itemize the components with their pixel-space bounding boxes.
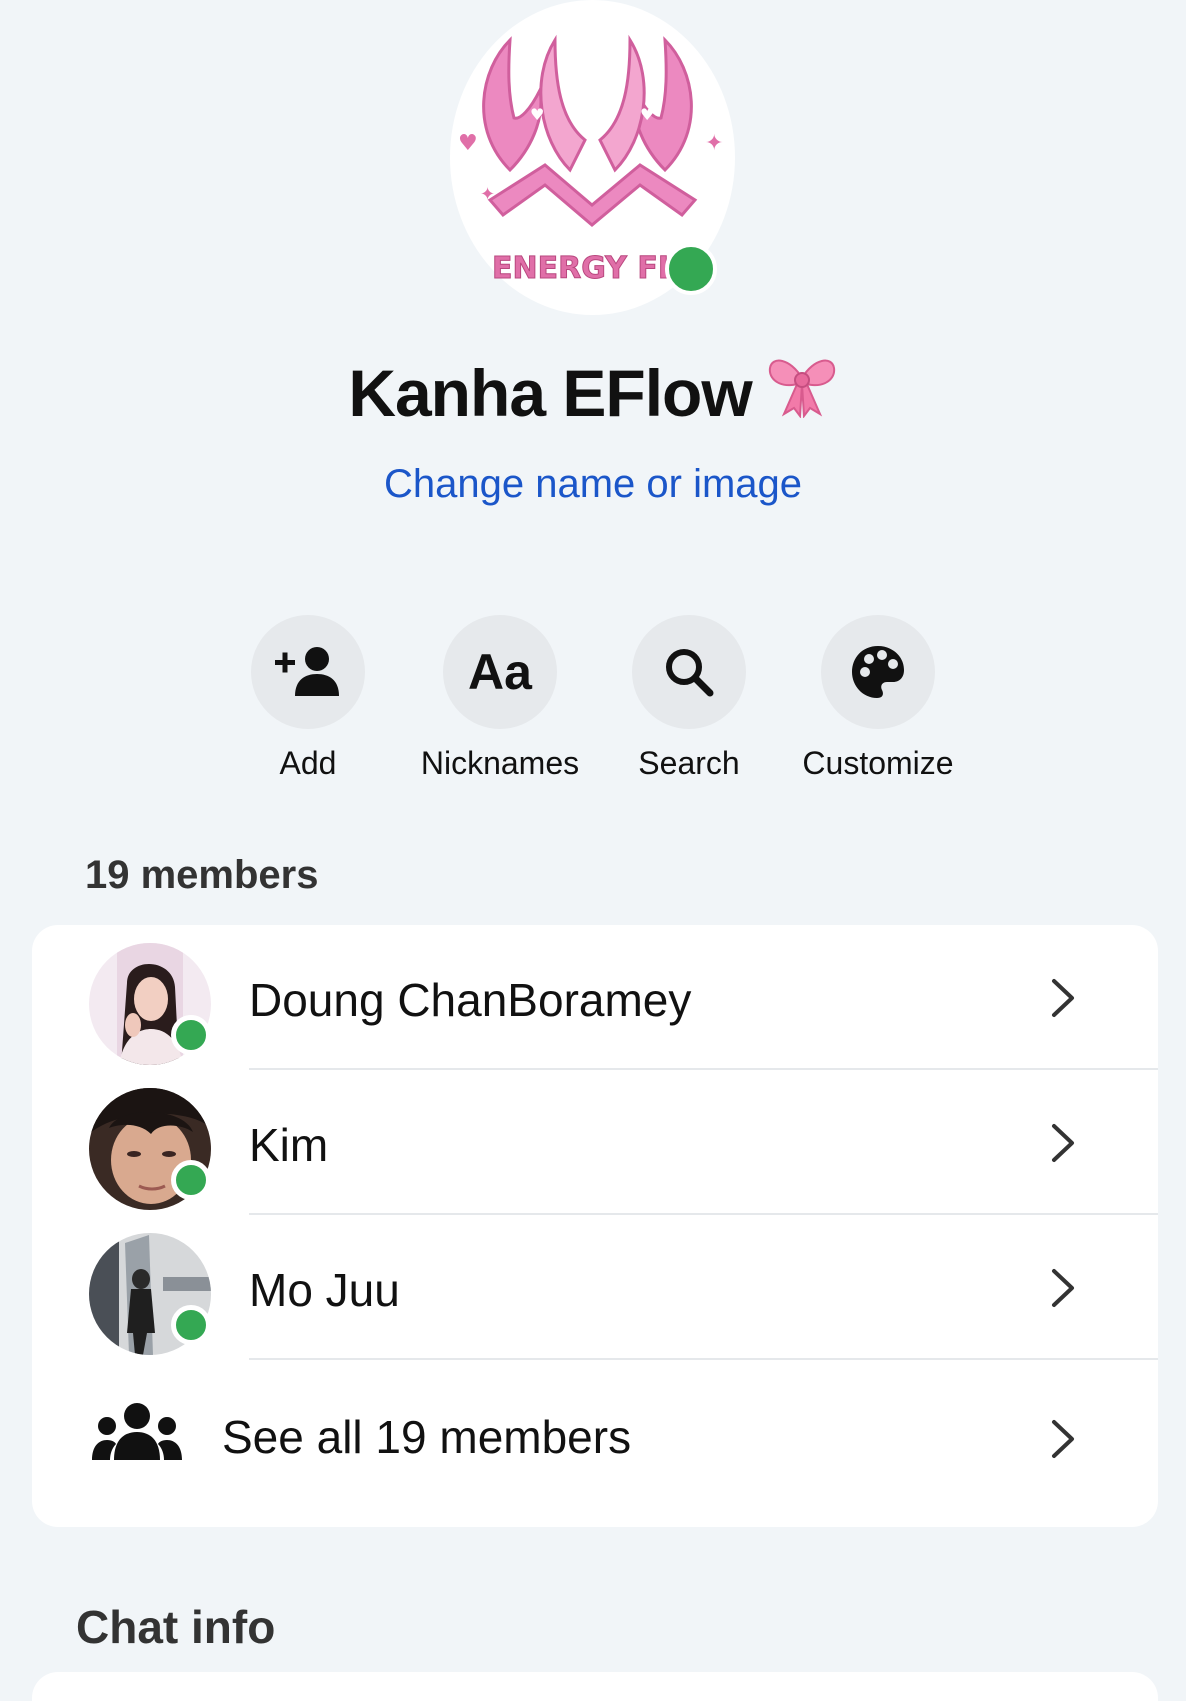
change-name-image-link[interactable]: Change name or image: [0, 462, 1186, 507]
see-all-members-row[interactable]: See all 19 members: [32, 1360, 1158, 1510]
customize-button[interactable]: Customize: [778, 615, 978, 782]
online-status-dot: [171, 1305, 211, 1345]
chevron-right-icon: [1052, 979, 1074, 1017]
chevron-right-icon: [1052, 1269, 1074, 1307]
group-name: Kanha EFlow: [348, 356, 752, 430]
member-name: Mo Juu: [249, 1264, 400, 1316]
members-heading: 19 members: [85, 853, 319, 897]
chevron-right-icon: [1052, 1420, 1074, 1458]
online-status-dot: [171, 1015, 211, 1055]
nicknames-button[interactable]: Aa Nicknames: [400, 615, 600, 782]
aa-text-icon: Aa: [468, 644, 532, 700]
svg-text:✦: ✦: [480, 184, 495, 205]
add-button[interactable]: Add: [208, 615, 408, 782]
search-label: Search: [638, 745, 740, 781]
online-status-dot: [665, 243, 717, 295]
svg-text:♥: ♥: [640, 105, 654, 124]
search-circle[interactable]: [632, 615, 746, 729]
chat-info-card: [32, 1672, 1158, 1701]
search-button[interactable]: Search: [589, 615, 789, 782]
add-person-icon: [275, 647, 339, 696]
chevron-right-icon: [1052, 1124, 1074, 1162]
customize-label: Customize: [802, 745, 954, 781]
add-circle[interactable]: [251, 615, 365, 729]
palette-icon: [852, 646, 904, 698]
online-status-dot: [171, 1160, 211, 1200]
add-label: Add: [279, 745, 337, 781]
people-group-icon: [92, 1403, 182, 1460]
group-title: Kanha EFlow: [0, 355, 1186, 439]
svg-text:♥: ♥: [530, 105, 544, 124]
nicknames-circle[interactable]: Aa: [443, 615, 557, 729]
customize-circle[interactable]: [821, 615, 935, 729]
members-card: Doung ChanBoramey Kim Mo Juu See all 19 …: [32, 925, 1158, 1527]
search-icon: [666, 649, 714, 697]
bow-emoji-icon: [766, 352, 838, 433]
svg-text:♥: ♥: [458, 131, 478, 156]
action-bar: Add Aa Nicknames Search Customize: [0, 615, 1186, 785]
member-row[interactable]: Kim: [32, 1070, 1158, 1215]
member-name: Kim: [249, 1119, 329, 1171]
see-all-members-label: See all 19 members: [222, 1411, 632, 1463]
svg-text:✦: ✦: [705, 131, 723, 156]
nicknames-label: Nicknames: [420, 745, 580, 781]
chat-info-heading: Chat info: [76, 1601, 276, 1653]
member-name: Doung ChanBoramey: [249, 974, 692, 1026]
member-row[interactable]: Mo Juu: [32, 1215, 1158, 1360]
member-row[interactable]: Doung ChanBoramey: [32, 925, 1158, 1070]
